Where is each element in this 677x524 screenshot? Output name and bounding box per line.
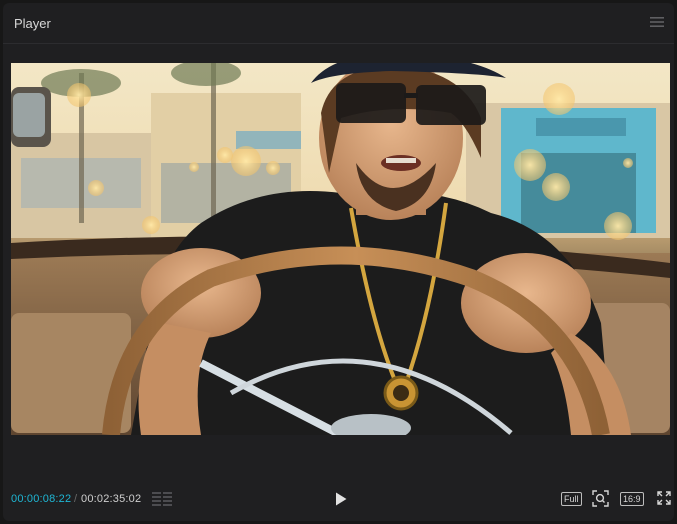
- expand-fullscreen-icon[interactable]: [657, 491, 671, 505]
- current-timecode: 00:00:08:22: [11, 493, 72, 505]
- video-preview[interactable]: [11, 63, 670, 435]
- zoom-fit-icon[interactable]: [592, 490, 609, 507]
- play-icon[interactable]: [334, 491, 348, 507]
- total-duration: 00:02:35:02: [81, 493, 142, 505]
- grid-view-icon[interactable]: [152, 492, 172, 506]
- player-controls: 00:00:08:22 / 00:02:35:02 Full 16:9: [3, 483, 674, 513]
- player-panel: Player 00:00:08:22 / 00:02:35:02 Full 16…: [3, 3, 674, 521]
- timecode-separator: /: [74, 493, 78, 505]
- video-frame: [11, 63, 670, 435]
- aspect-ratio-button[interactable]: 16:9: [620, 492, 644, 506]
- hamburger-menu-icon[interactable]: [650, 16, 664, 28]
- full-quality-button[interactable]: Full: [561, 492, 582, 506]
- panel-title: Player: [14, 16, 51, 31]
- player-header: Player: [3, 3, 674, 44]
